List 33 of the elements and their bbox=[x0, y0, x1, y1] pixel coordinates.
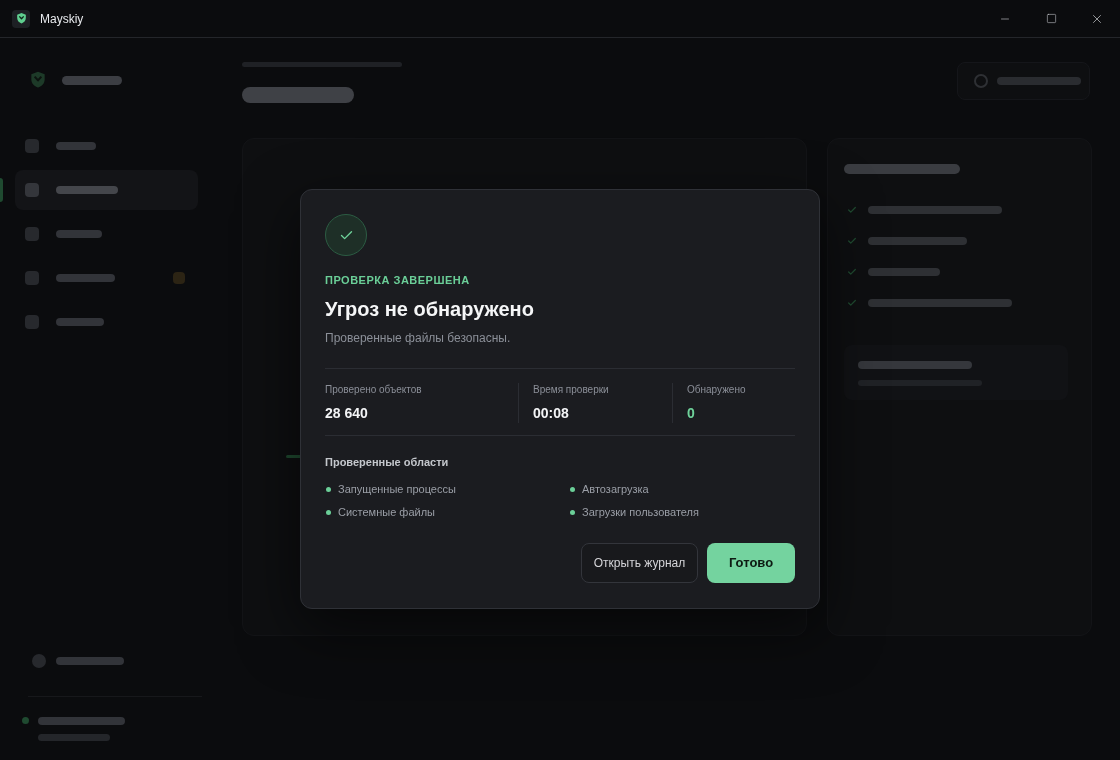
stat-label: Обнаружено bbox=[687, 383, 746, 397]
window-title: Mayskiy bbox=[40, 10, 84, 28]
areas-title: Проверенные области bbox=[325, 455, 449, 470]
area-item: Загрузки пользователя bbox=[582, 505, 699, 521]
maximize-icon bbox=[1045, 13, 1057, 24]
done-button[interactable]: Готово bbox=[707, 543, 795, 583]
ring-icon bbox=[974, 74, 988, 88]
stat-value: 28 640 bbox=[325, 404, 368, 423]
area-item: Системные файлы bbox=[338, 505, 435, 521]
check-icon bbox=[847, 297, 857, 308]
stat-value: 00:08 bbox=[533, 404, 569, 423]
check-icon bbox=[847, 235, 857, 246]
dialog-title: Угроз не обнаружено bbox=[325, 297, 534, 322]
open-log-button[interactable]: Открыть журнал bbox=[581, 543, 698, 583]
area-item: Автозагрузка bbox=[582, 482, 649, 498]
stat-value: 0 bbox=[687, 404, 695, 423]
nav-icon bbox=[25, 315, 39, 329]
success-check-icon bbox=[325, 214, 367, 256]
nav-icon bbox=[25, 227, 39, 241]
nav-icon bbox=[25, 271, 39, 285]
app-logo-icon bbox=[12, 9, 30, 28]
nav-icon bbox=[25, 183, 39, 197]
brand-logo-icon bbox=[28, 70, 48, 90]
area-item: Запущенные процессы bbox=[338, 482, 456, 498]
stat-label: Проверено объектов bbox=[325, 383, 422, 397]
stat-label: Время проверки bbox=[533, 383, 609, 397]
check-icon bbox=[847, 266, 857, 277]
nav-icon bbox=[25, 139, 39, 153]
update-button[interactable] bbox=[957, 62, 1090, 100]
dialog-subtitle: Проверенные файлы безопасны. bbox=[325, 330, 511, 347]
nav-item[interactable] bbox=[15, 170, 198, 210]
dialog-eyebrow: ПРОВЕРКА ЗАВЕРШЕНА bbox=[325, 273, 470, 287]
check-icon bbox=[847, 204, 857, 215]
